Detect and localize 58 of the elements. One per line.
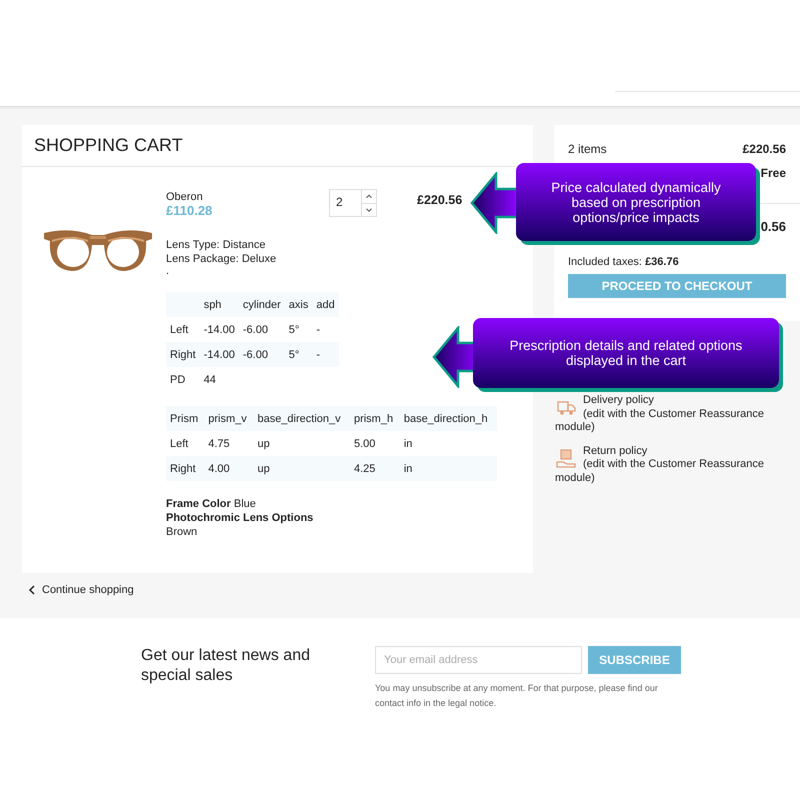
newsletter-note: You may unsubscribe at any moment. For that purpose, please find our contact info in the legal notice. <box>375 682 659 710</box>
table-cell: - <box>312 342 339 367</box>
table-cell: -14.00 <box>200 342 239 367</box>
table-cell: 5° <box>284 342 312 367</box>
table-cell: Right <box>166 342 200 367</box>
unit-price: £110.28 <box>166 203 214 218</box>
table-header: prism_h <box>350 406 400 431</box>
line-total: £220.56 <box>417 192 462 207</box>
table-header: add <box>312 292 339 317</box>
table-cell: Right <box>166 456 204 481</box>
table-cell: in <box>400 431 497 456</box>
policy-title: Return policy <box>583 444 648 456</box>
quantity-field[interactable]: 2 <box>329 189 377 217</box>
policy-title: Delivery policy <box>583 394 654 406</box>
table-header: sph <box>200 292 239 317</box>
newsletter-heading: Get our latest news and special sales <box>141 646 311 686</box>
table-cell: in <box>400 456 497 481</box>
table-cell: 5.00 <box>350 431 400 456</box>
table-cell: up <box>253 456 350 481</box>
table-cell: -6.00 <box>238 317 285 342</box>
policy-note: (edit with the Customer Reassurance module) <box>555 458 765 485</box>
table-cell: - <box>312 317 339 342</box>
table-header: base_direction_h <box>400 406 497 431</box>
table-cell: 4.25 <box>350 456 400 481</box>
summary-value: £220.56 <box>742 142 786 156</box>
table-cell: PD <box>166 367 200 392</box>
continue-link[interactable]: Continue shopping <box>28 584 134 596</box>
table-cell: up <box>253 431 350 456</box>
callout-box: Prescription details and related options displayed in the cart <box>473 318 779 388</box>
package-icon <box>555 446 577 468</box>
callout-box: Price calculated dynamically based on prescription options/price impacts <box>516 163 756 241</box>
table-cell: -14.00 <box>200 317 239 342</box>
product-attribute: Lens Package: Deluxe <box>166 252 278 266</box>
summary-label: 2 items <box>568 142 607 156</box>
table-header: axis <box>284 292 312 317</box>
table-cell: 4.00 <box>204 456 254 481</box>
email-field[interactable]: Your email address <box>375 646 582 674</box>
table-cell: Left <box>166 431 204 456</box>
summary-value: Free <box>760 166 786 180</box>
product-option: Photochromic Lens Options Brown <box>166 511 506 539</box>
table-header: prism_v <box>204 406 254 431</box>
table-header: Prism <box>166 406 204 431</box>
separator-dot: . <box>166 266 170 276</box>
table-cell: Left <box>166 317 200 342</box>
table-header: cylinder <box>238 292 285 317</box>
table-cell: 5° <box>284 317 312 342</box>
summary-value: 0.56 <box>760 218 786 234</box>
product-option: Frame Color Blue <box>166 497 506 511</box>
product-name[interactable]: Oberon <box>166 191 329 203</box>
table-cell: 4.75 <box>204 431 254 456</box>
table-cell: -6.00 <box>238 342 285 367</box>
chevron-icon <box>28 585 36 595</box>
taxes-text: Included taxes: £36.76 <box>568 256 680 268</box>
product-attribute: Lens Type: Distance <box>166 238 266 252</box>
table-cell: 44 <box>200 367 239 392</box>
policy-note: (edit with the Customer Reassurance module) <box>555 408 765 434</box>
arrow-icon <box>470 172 518 234</box>
table-header: base_direction_v <box>253 406 350 431</box>
